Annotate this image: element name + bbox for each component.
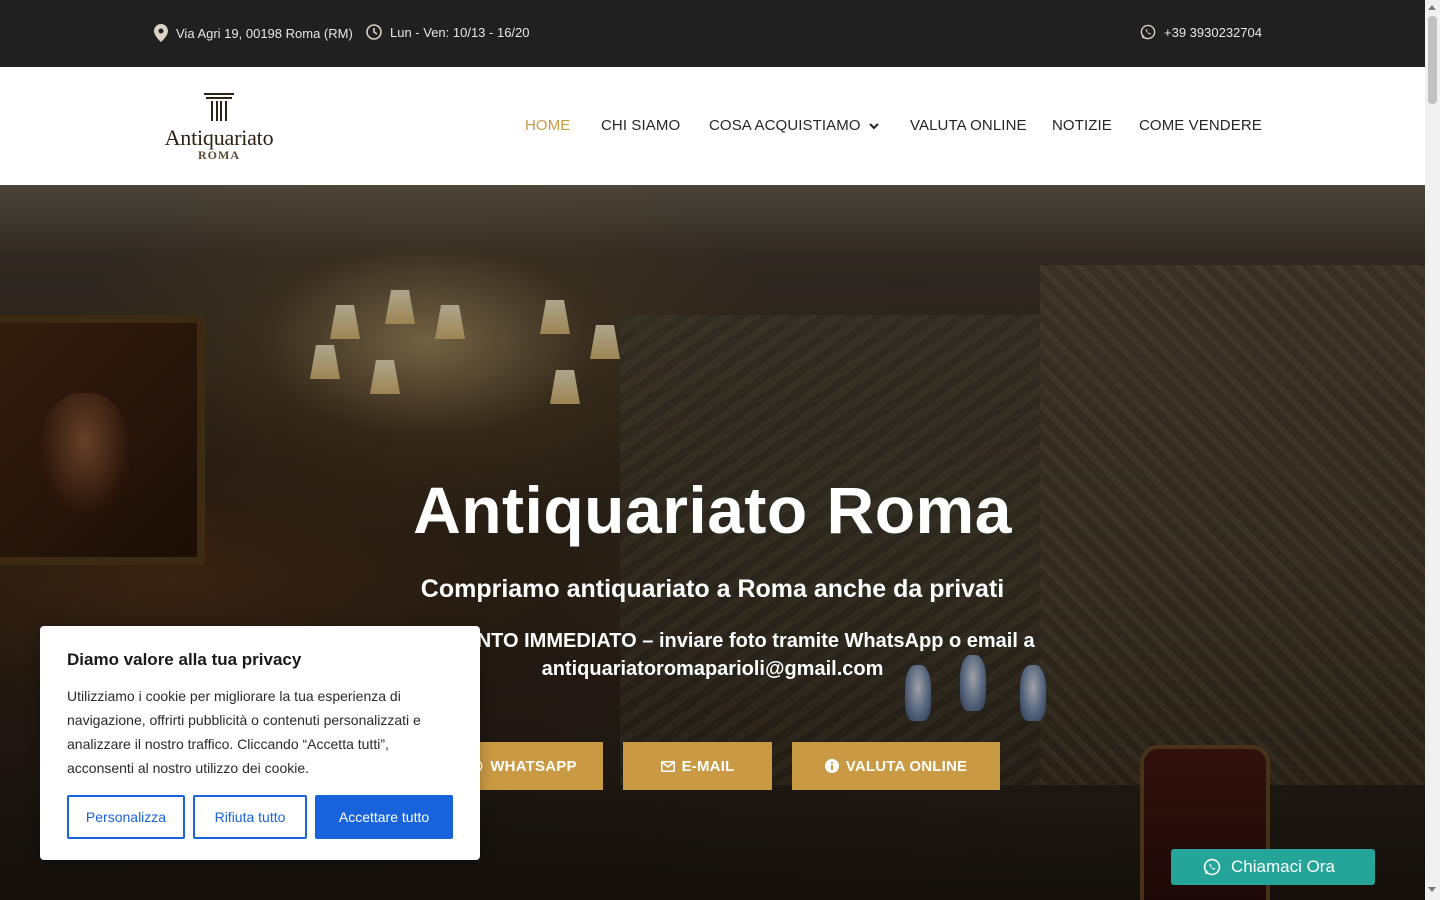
nav-come-vendere[interactable]: COME VENDERE: [1139, 117, 1262, 134]
logo-sub: ROMA: [198, 148, 240, 162]
hours-text: Lun - Ven: 10/13 - 16/20: [390, 24, 530, 40]
scroll-down-arrow-icon[interactable]: [1428, 887, 1436, 892]
phone-link[interactable]: +39 3930232704: [1140, 24, 1262, 40]
nav-home[interactable]: HOME: [525, 117, 570, 134]
whatsapp-icon: [1203, 858, 1221, 876]
hero-subtitle: Compriamo antiquariato a Roma anche da p…: [420, 575, 1005, 603]
nav-valuta-online[interactable]: VALUTA ONLINE: [910, 117, 1027, 134]
cookie-banner: Diamo valore alla tua privacy Utilizziam…: [40, 626, 480, 860]
scrollbar-thumb[interactable]: [1428, 16, 1437, 104]
address-item: Via Agri 19, 00198 Roma (RM): [154, 24, 353, 42]
site-header: Antiquariato ROMA HOME CHI SIAMO COSA AC…: [0, 67, 1425, 185]
phone-text: +39 3930232704: [1164, 24, 1262, 40]
cookie-customize-button[interactable]: Personalizza: [67, 795, 185, 839]
hours-item: Lun - Ven: 10/13 - 16/20: [366, 24, 530, 40]
whatsapp-button-label: WHATSAPP: [490, 757, 577, 775]
cookie-title: Diamo valore alla tua privacy: [67, 650, 302, 669]
email-button-label: E-MAIL: [681, 757, 735, 775]
cookie-reject-button[interactable]: Rifiuta tutto: [193, 795, 307, 839]
map-pin-icon: [154, 24, 168, 42]
hero-title: Antiquariato Roma: [413, 473, 1012, 547]
email-button[interactable]: E-MAIL: [623, 742, 772, 790]
nav-cosa-acquistiamo[interactable]: COSA ACQUISTIAMO: [709, 117, 879, 134]
scroll-up-arrow-icon[interactable]: [1428, 5, 1436, 10]
call-now-button[interactable]: Chiamaci Ora: [1171, 849, 1375, 885]
main-nav: HOME CHI SIAMO COSA ACQUISTIAMO VALUTA O…: [0, 117, 1425, 137]
chevron-down-icon: [868, 122, 879, 129]
nav-cosa-acquistiamo-label: COSA ACQUISTIAMO: [709, 117, 861, 134]
clock-icon: [366, 24, 382, 40]
cookie-accept-button[interactable]: Accettare tutto: [315, 795, 453, 839]
cookie-text: Utilizziamo i cookie per migliorare la t…: [67, 688, 421, 776]
call-now-label: Chiamaci Ora: [1231, 857, 1335, 876]
address-text: Via Agri 19, 00198 Roma (RM): [176, 25, 353, 41]
whatsapp-icon: [1140, 24, 1156, 40]
info-icon: [824, 759, 839, 773]
nav-chi-siamo[interactable]: CHI SIAMO: [601, 117, 680, 134]
envelope-icon: [660, 760, 675, 772]
top-bar: Via Agri 19, 00198 Roma (RM) Lun - Ven: …: [0, 0, 1425, 67]
page-scrollbar[interactable]: [1425, 0, 1440, 900]
valuta-online-button-label: VALUTA ONLINE: [845, 757, 968, 775]
nav-notizie[interactable]: NOTIZIE: [1052, 117, 1112, 134]
valuta-online-button[interactable]: VALUTA ONLINE: [792, 742, 1000, 790]
